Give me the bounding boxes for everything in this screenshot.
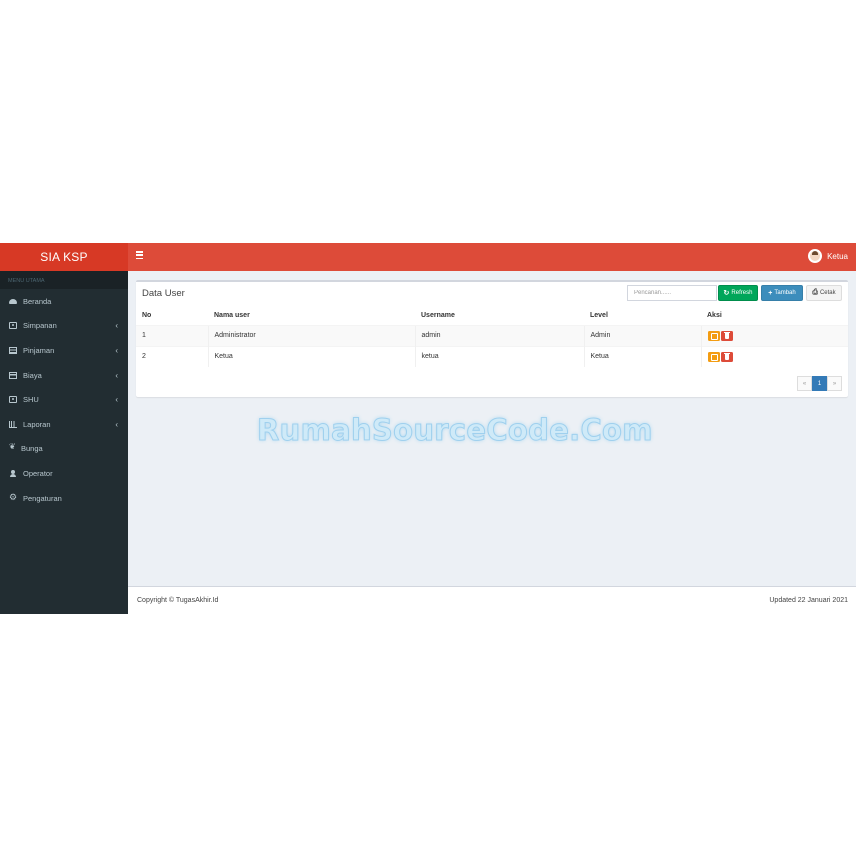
chevron-left-icon: ‹ [115, 345, 118, 355]
column-header[interactable]: Level [584, 306, 701, 326]
sidebar-item-operator[interactable]: Operator [0, 461, 128, 486]
sidebar-item-beranda[interactable]: Beranda [0, 289, 128, 314]
pagination-next[interactable]: » [827, 376, 842, 391]
refresh-icon: ↻ [723, 290, 730, 297]
watermark: RumahSourceCode.Com [257, 413, 654, 448]
app-window: SIA KSP Ketua MENU UTAMA Beranda Simpana… [0, 243, 856, 614]
table-cell: 2 [136, 345, 208, 367]
pagination-page[interactable]: 1 [812, 376, 827, 391]
sidebar-item-pinjaman[interactable]: Pinjaman ‹ [0, 338, 128, 363]
sidebar-item-label: Operator [23, 468, 53, 478]
refresh-label: Refresh [731, 290, 753, 296]
column-header[interactable]: Username [415, 306, 584, 326]
sidebar-toggle-icon[interactable] [136, 251, 144, 261]
money-icon [9, 322, 17, 330]
sidebar-item-simpanan[interactable]: Simpanan ‹ [0, 314, 128, 339]
footer: Copyright © TugasAkhir.Id Updated 22 Jan… [128, 586, 856, 614]
bar-chart-icon [9, 420, 17, 428]
sidebar-item-label: Biaya [23, 370, 42, 380]
avatar[interactable] [808, 249, 823, 263]
table-cell: Ketua [207, 345, 415, 367]
sidebar-item-label: Laporan [23, 419, 51, 429]
dashboard-icon [9, 298, 17, 304]
sidebar-item-label: Pinjaman [23, 345, 55, 355]
plus-icon: + [768, 289, 773, 297]
chevron-left-icon: ‹ [115, 419, 118, 429]
sidebar-item-shu[interactable]: SHU ‹ [0, 387, 128, 412]
user-table: No Nama user Username Level Aksi 1 Admin… [136, 306, 848, 367]
action-cell [700, 324, 848, 346]
table-cell: 1 [136, 324, 208, 346]
sidebar-item-label: SHU [23, 395, 39, 405]
top-navbar: Ketua [128, 243, 856, 271]
search-input[interactable] [627, 285, 717, 301]
data-user-box: Data User ↻ Refresh + Tambah ⎙ Cetak No … [136, 280, 848, 397]
table-cell: Administrator [207, 324, 415, 346]
chevron-left-icon: ‹ [115, 395, 118, 405]
print-label: Cetak [819, 290, 836, 296]
page-title: Data User [142, 288, 185, 299]
sidebar-item-biaya[interactable]: Biaya ‹ [0, 363, 128, 388]
column-header: Aksi [701, 306, 848, 326]
refresh-button[interactable]: ↻ Refresh [718, 285, 758, 301]
sidebar-item-bunga[interactable]: Bunga [0, 437, 128, 462]
footer-updated: Updated 22 Januari 2021 [769, 597, 848, 604]
table-row: 1 Administrator admin Admin [136, 324, 848, 346]
table-cell: Admin [583, 324, 701, 346]
sidebar-item-label: Bunga [21, 444, 43, 454]
table-cell: admin [414, 324, 584, 346]
add-label: Tambah [774, 290, 796, 296]
sidebar: MENU UTAMA Beranda Simpanan ‹ Pinjaman ‹… [0, 271, 128, 614]
credit-card-icon [9, 371, 17, 379]
edit-icon[interactable] [707, 330, 720, 341]
action-cell [700, 345, 848, 367]
table-row: 2 Ketua ketua Ketua [136, 345, 848, 367]
brand-logo[interactable]: SIA KSP [0, 243, 128, 271]
column-header[interactable]: No [136, 306, 208, 326]
user-menu[interactable]: Ketua [808, 249, 848, 263]
trash-icon[interactable] [720, 330, 733, 341]
user-name[interactable]: Ketua [827, 252, 848, 261]
chevron-left-icon: ‹ [115, 321, 118, 331]
add-button[interactable]: + Tambah [761, 285, 803, 301]
trash-icon[interactable] [720, 351, 733, 362]
column-header[interactable]: Nama user [208, 306, 415, 326]
sidebar-item-laporan[interactable]: Laporan ‹ [0, 412, 128, 437]
sidebar-item-label: Pengaturan [23, 493, 62, 503]
table-header-row: No Nama user Username Level Aksi [136, 306, 848, 326]
footer-copyright: Copyright © TugasAkhir.Id [137, 597, 219, 604]
pagination-prev[interactable]: « [797, 376, 812, 391]
flower-icon [9, 442, 16, 452]
gear-icon [9, 492, 17, 503]
pagination: « 1 » [797, 376, 842, 391]
sidebar-item-label: Simpanan [23, 321, 57, 331]
sidebar-item-label: Beranda [23, 296, 52, 306]
money-icon [9, 396, 17, 404]
print-button[interactable]: ⎙ Cetak [806, 285, 842, 301]
table-cell: Ketua [583, 345, 701, 367]
chevron-left-icon: ‹ [115, 370, 118, 380]
table-cell: ketua [414, 345, 584, 367]
sidebar-header: MENU UTAMA [0, 271, 128, 289]
printer-icon: ⎙ [812, 289, 818, 296]
user-icon [9, 469, 17, 477]
table-icon [9, 346, 17, 354]
sidebar-item-pengaturan[interactable]: Pengaturan [0, 486, 128, 511]
edit-icon[interactable] [707, 351, 720, 362]
